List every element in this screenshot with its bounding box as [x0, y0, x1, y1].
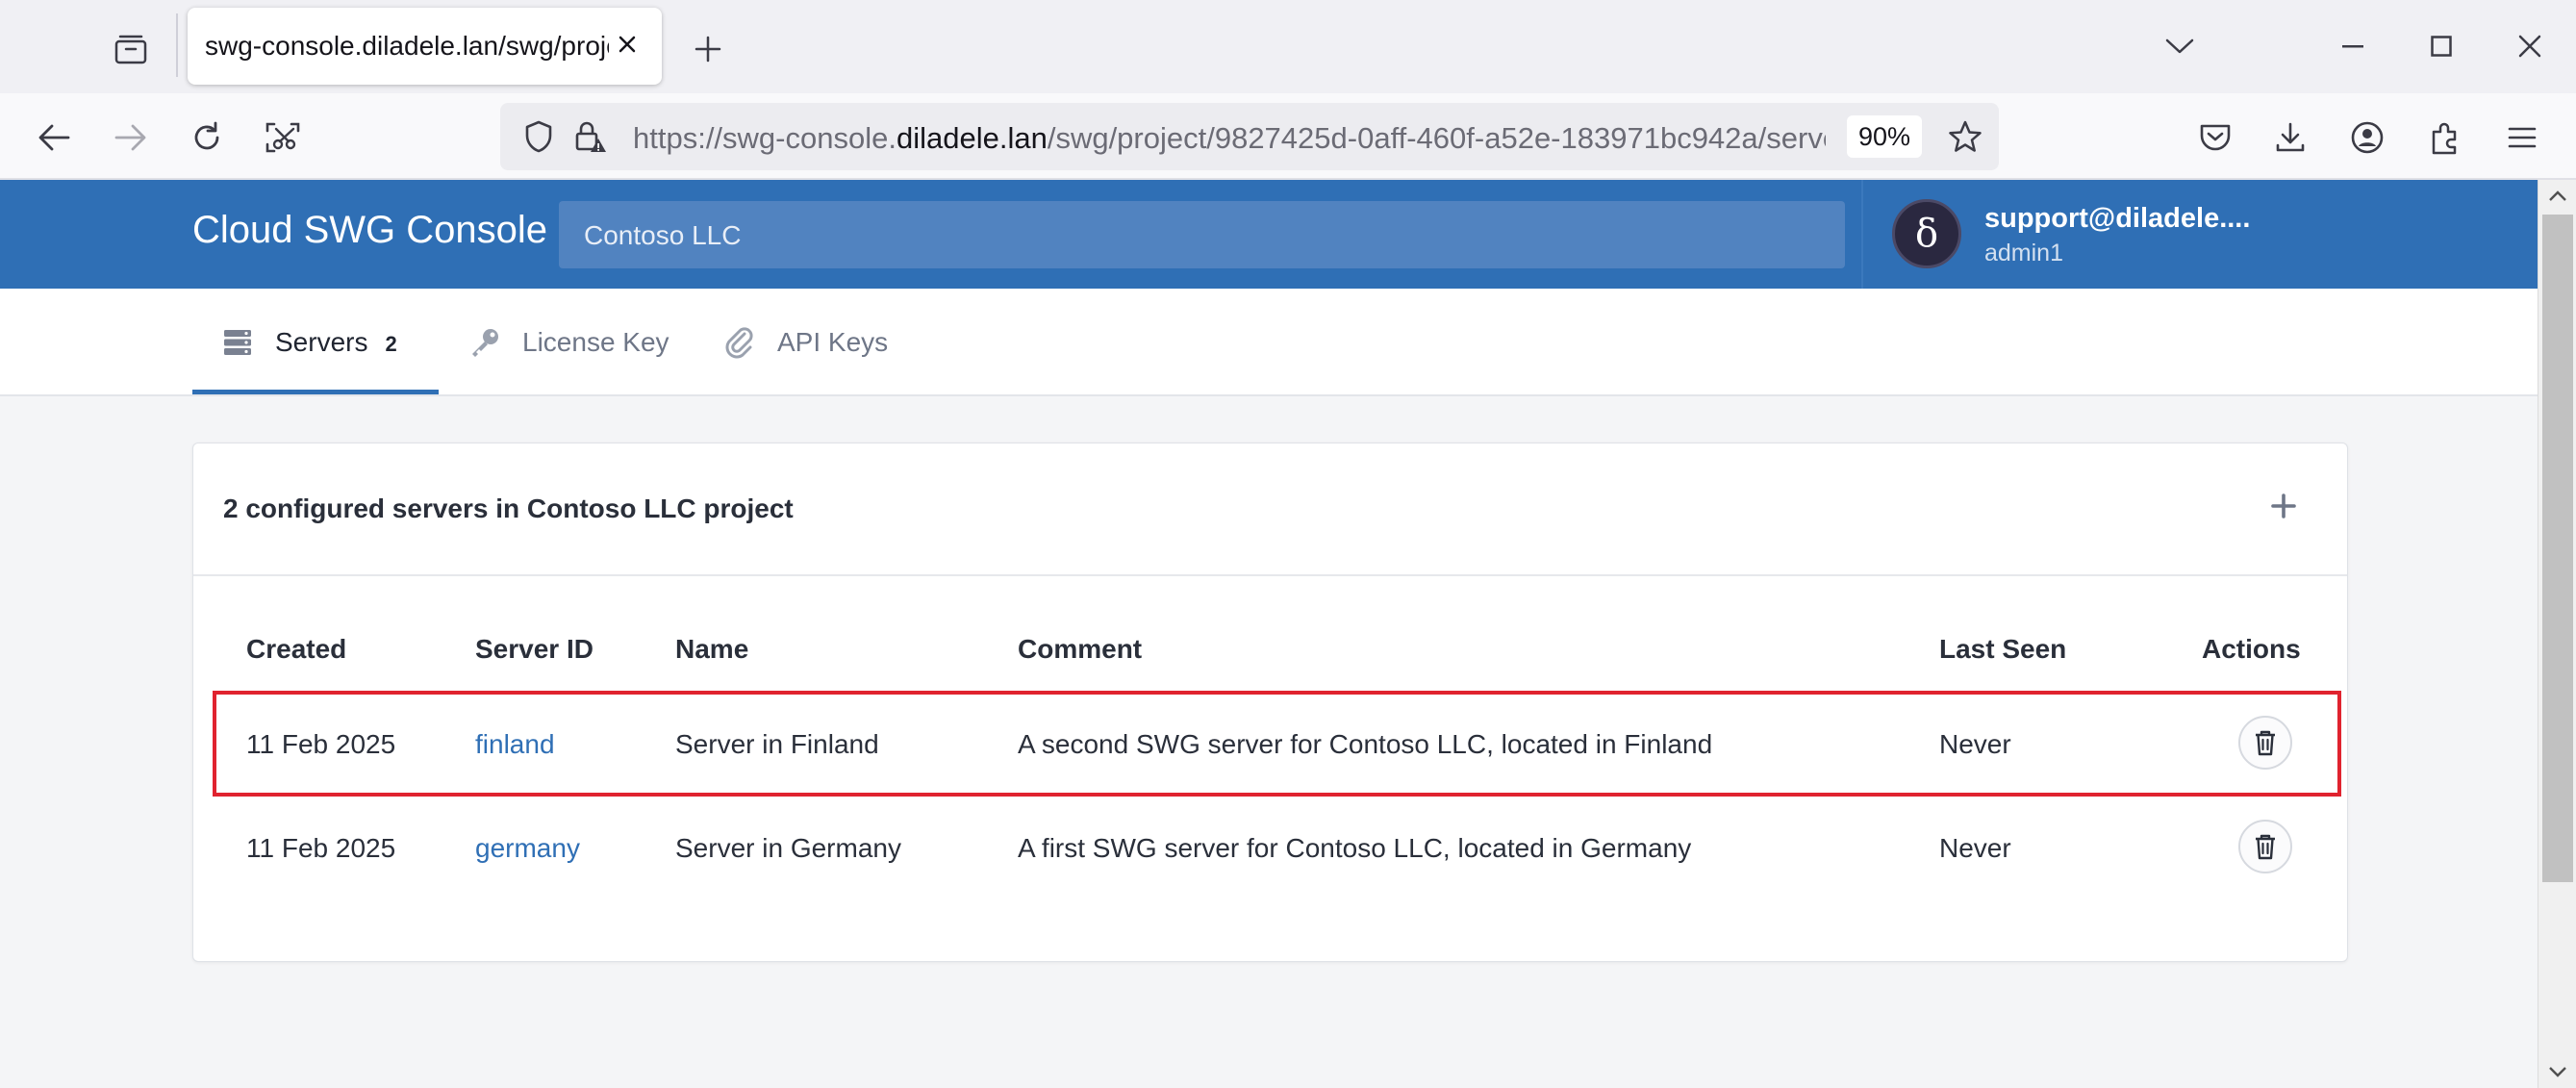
plus-icon — [2271, 493, 2296, 519]
tab-api-keys-label: API Keys — [777, 327, 889, 357]
column-header-name: Name — [675, 634, 749, 664]
server-icon — [221, 326, 254, 359]
tab-license-key-label: License Key — [522, 327, 669, 357]
servers-card: 2 configured servers in Contoso LLC proj… — [192, 443, 2348, 962]
url-bar[interactable]: https://swg-console.diladele.lan/swg/pro… — [500, 103, 1999, 170]
lock-warning-icon[interactable] — [566, 112, 616, 162]
url-text[interactable]: https://swg-console.diladele.lan/swg/pro… — [633, 121, 1826, 156]
row-name: Server in Finland — [675, 729, 879, 759]
paperclip-icon — [723, 326, 756, 359]
scroll-up-arrow-icon[interactable] — [2538, 180, 2576, 213]
url-host: diladele.lan — [896, 121, 1048, 155]
project-selector[interactable]: Contoso LLC — [559, 201, 1845, 268]
account-icon[interactable] — [2342, 113, 2392, 163]
window-close-icon[interactable] — [2499, 19, 2561, 73]
scrollbar-thumb[interactable] — [2542, 215, 2573, 882]
trash-icon — [2256, 834, 2275, 860]
screenshot-icon[interactable] — [258, 113, 308, 163]
extensions-icon[interactable] — [2419, 113, 2469, 163]
delete-server-button[interactable] — [2238, 716, 2292, 770]
shield-icon[interactable] — [514, 112, 564, 162]
row-created: 11 Feb 2025 — [246, 729, 396, 759]
server-id-link[interactable]: finland — [475, 729, 555, 760]
tab-api-keys[interactable]: API Keys — [723, 289, 888, 396]
reload-icon[interactable] — [182, 113, 232, 163]
tab-license-key[interactable]: License Key — [468, 289, 669, 396]
app-header: Cloud SWG Console Contoso LLC δ support@… — [0, 180, 2538, 289]
column-header-comment: Comment — [1018, 634, 1143, 664]
maximize-icon[interactable] — [2411, 19, 2472, 73]
delete-server-button[interactable] — [2238, 820, 2292, 873]
pocket-icon[interactable] — [2190, 113, 2240, 163]
header-divider — [1861, 180, 1863, 289]
add-server-button[interactable] — [2260, 482, 2308, 530]
column-header-last-seen: Last Seen — [1939, 634, 2067, 664]
tab-divider — [176, 13, 178, 77]
servers-card-title: 2 configured servers in Contoso LLC proj… — [223, 493, 794, 523]
user-role: admin1 — [1984, 240, 2063, 266]
url-prefix: https://swg-console. — [633, 121, 897, 155]
column-header-actions: Actions — [2202, 634, 2301, 664]
row-comment: A first SWG server for Contoso LLC, loca… — [1018, 833, 1692, 863]
tab-servers-count: 2 — [385, 332, 397, 356]
page-scrollbar[interactable] — [2538, 180, 2576, 1088]
tab-servers-label: Servers — [275, 327, 368, 357]
server-id-link[interactable]: germany — [475, 833, 580, 864]
column-header-server-id: Server ID — [475, 634, 593, 664]
section-tabs: Servers 2 License Key API Keys — [0, 289, 2538, 396]
browser-nav-bar: https://swg-console.diladele.lan/swg/pro… — [0, 93, 2576, 180]
avatar[interactable]: δ — [1892, 199, 1961, 268]
key-icon — [468, 326, 501, 359]
row-last-seen: Never — [1939, 833, 2011, 863]
row-created: 11 Feb 2025 — [246, 833, 396, 863]
card-divider — [193, 574, 2347, 576]
zoom-level-badge[interactable]: 90% — [1847, 115, 1922, 158]
menu-icon[interactable] — [2497, 113, 2547, 163]
browser-tab[interactable]: swg-console.diladele.lan/swg/project/982… — [188, 8, 662, 85]
download-icon[interactable] — [2265, 113, 2315, 163]
url-path: /swg/project/9827425d-0aff-460f-a52e-183… — [1047, 121, 1826, 155]
browser-tab-bar: swg-console.diladele.lan/swg/project/982… — [0, 0, 2576, 93]
star-icon[interactable] — [1941, 113, 1989, 161]
user-email[interactable]: support@diladele.... — [1984, 203, 2250, 235]
scroll-down-arrow-icon[interactable] — [2538, 1055, 2576, 1088]
row-last-seen: Never — [1939, 729, 2011, 759]
row-name: Server in Germany — [675, 833, 901, 863]
close-icon[interactable] — [610, 27, 644, 62]
active-tab-indicator — [192, 390, 439, 394]
project-selector-value: Contoso LLC — [584, 220, 742, 250]
row-comment: A second SWG server for Contoso LLC, loc… — [1018, 729, 1713, 759]
tab-servers[interactable]: Servers 2 — [221, 289, 397, 396]
plus-icon[interactable] — [686, 27, 730, 71]
browser-tab-title: swg-console.diladele.lan/swg/project/982… — [205, 31, 609, 61]
app-brand[interactable]: Cloud SWG Console — [192, 209, 547, 252]
trash-icon — [2256, 730, 2275, 756]
minimize-icon[interactable] — [2322, 19, 2384, 73]
column-header-created: Created — [246, 634, 347, 664]
forward-arrow-icon[interactable] — [106, 113, 156, 163]
back-arrow-icon[interactable] — [29, 113, 79, 163]
chevron-down-icon[interactable] — [2149, 19, 2210, 73]
tab-manager-icon[interactable] — [109, 27, 153, 71]
